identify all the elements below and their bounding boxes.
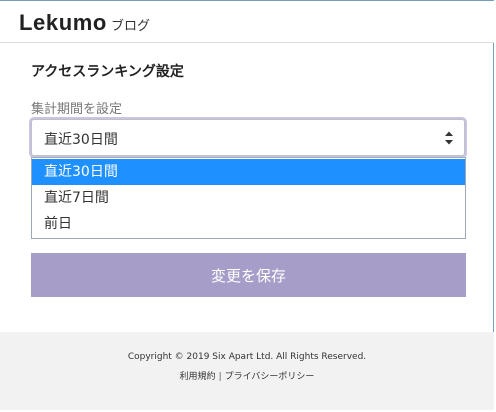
brand-name: Lekumo xyxy=(19,10,107,35)
copyright-text: Copyright © 2019 Six Apart Ltd. All Righ… xyxy=(127,352,367,362)
select-arrows-icon xyxy=(445,131,453,145)
brand-subtitle: ブログ xyxy=(110,19,150,34)
save-button[interactable]: 変更を保存 xyxy=(31,253,466,297)
footer-links: 利用規約 | プライバシーポリシー xyxy=(0,369,494,382)
period-select-value: 直近30日間 xyxy=(44,132,118,148)
option-30-days[interactable]: 直近30日間 xyxy=(32,159,465,185)
link-separator: | xyxy=(218,372,222,382)
site-footer: Copyright © 2019 Six Apart Ltd. All Righ… xyxy=(0,332,494,410)
page-title: アクセスランキング設定 xyxy=(31,64,184,80)
site-header: Lekumo ブログ xyxy=(0,1,494,43)
privacy-policy-link[interactable]: プライバシーポリシー xyxy=(225,372,315,382)
period-label: 集計期間を設定 xyxy=(31,102,123,117)
option-7-days[interactable]: 直近7日間 xyxy=(32,185,465,211)
brand-logo[interactable]: Lekumo ブログ xyxy=(19,10,150,36)
period-dropdown: 直近30日間 直近7日間 前日 xyxy=(31,157,466,239)
terms-link[interactable]: 利用規約 xyxy=(180,372,216,382)
period-select[interactable]: 直近30日間 xyxy=(31,119,465,156)
option-previous-day[interactable]: 前日 xyxy=(32,211,465,237)
